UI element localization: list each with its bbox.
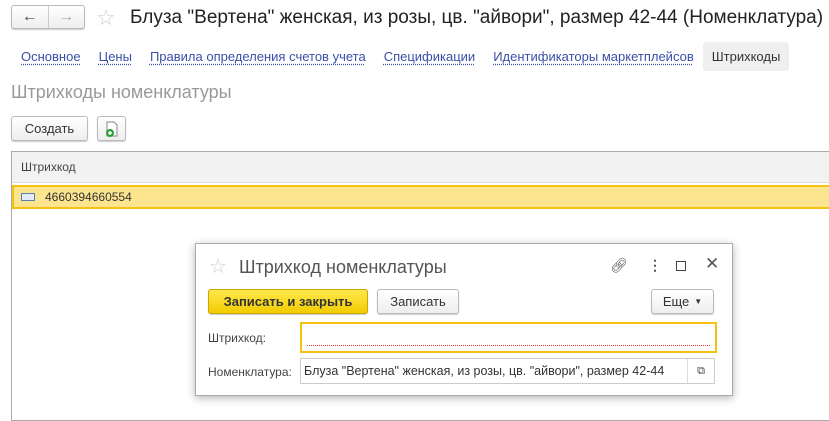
tabs: Основное Цены Правила определения счетов…	[12, 42, 790, 71]
maximize-icon[interactable]	[676, 261, 686, 271]
create-button[interactable]: Создать	[11, 116, 88, 141]
barcode-input[interactable]	[300, 322, 717, 353]
link-icon[interactable]: 🔗︎	[610, 257, 628, 274]
section-title: Штрихкоды номенклатуры	[11, 82, 232, 102]
item-label: Номенклатура:	[208, 365, 292, 379]
chevron-down-icon: ▼	[694, 297, 703, 306]
more-button[interactable]: Еще ▼	[651, 289, 714, 314]
tab-barcodes[interactable]: Штрихкоды	[702, 42, 790, 71]
add-document-icon	[105, 121, 117, 137]
favorite-star-icon[interactable]: ☆	[209, 254, 227, 279]
item-field[interactable]: Блуза "Вертена" женская, из розы, цв. "а…	[300, 358, 715, 384]
table-row[interactable]: 4660394660554	[12, 185, 829, 209]
barcode-dialog: ☆ Штрихкод номенклатуры 🔗︎ ⋮ ✕ Записать …	[195, 243, 733, 396]
barcode-label: Штрихкод:	[208, 331, 267, 345]
tab-main[interactable]: Основное	[12, 42, 90, 71]
tab-specifications[interactable]: Спецификации	[375, 42, 485, 71]
nav-buttons: ← →	[11, 5, 85, 29]
column-header-barcode[interactable]: Штрихкод	[12, 152, 829, 183]
window-title: Блуза "Вертена" женская, из розы, цв. "а…	[130, 7, 824, 28]
save-and-close-button[interactable]: Записать и закрыть	[208, 289, 368, 314]
required-underline	[307, 345, 710, 346]
save-button[interactable]: Записать	[377, 289, 459, 314]
barcode-icon	[21, 193, 35, 201]
open-item-icon[interactable]: ⧉	[687, 359, 714, 383]
tab-accounting-rules[interactable]: Правила определения счетов учета	[141, 42, 375, 71]
forward-button[interactable]: →	[47, 6, 85, 28]
tab-marketplace-ids[interactable]: Идентификаторы маркетплейсов	[484, 42, 703, 71]
more-menu-icon[interactable]: ⋮	[648, 257, 662, 274]
item-field-value: Блуза "Вертена" женская, из розы, цв. "а…	[304, 364, 665, 378]
add-document-button[interactable]	[97, 116, 126, 141]
tab-prices[interactable]: Цены	[90, 42, 141, 71]
back-button[interactable]: ←	[12, 6, 48, 28]
dialog-title: Штрихкод номенклатуры	[239, 257, 447, 277]
more-label: Еще	[662, 294, 690, 309]
barcode-cell: 4660394660554	[45, 190, 132, 204]
favorite-star-icon[interactable]: ☆	[96, 5, 116, 31]
close-icon[interactable]: ✕	[705, 254, 719, 274]
